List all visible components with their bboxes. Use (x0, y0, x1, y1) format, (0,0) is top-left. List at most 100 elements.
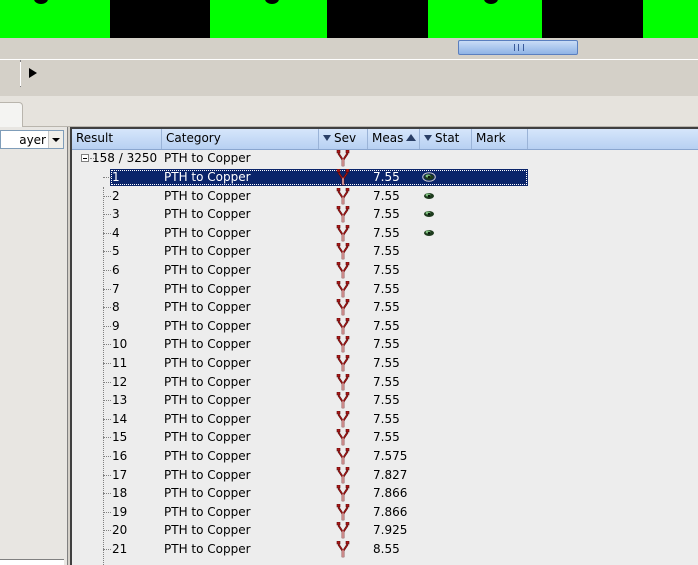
error-severity-icon (336, 206, 350, 223)
tree-line (103, 251, 111, 253)
table-row[interactable]: 12 PTH to Copper 7.55 (72, 373, 698, 392)
filter-icon[interactable] (424, 134, 432, 141)
category-cell: PTH to Copper (164, 542, 251, 556)
column-header-category[interactable]: Category (162, 129, 319, 149)
table-row[interactable]: 20 PTH to Copper 7.925 (72, 521, 698, 540)
result-cell: 2 (112, 188, 120, 203)
meas-cell: 7.866 (373, 486, 408, 501)
column-header-sev[interactable]: Sev (319, 129, 368, 149)
column-header-meas[interactable]: Meas (368, 129, 420, 149)
tree-line (103, 195, 111, 198)
table-row[interactable]: 6 PTH to Copper 7.55 (72, 261, 698, 280)
result-cell: 12 (112, 374, 128, 389)
layer-select[interactable]: ayer (0, 130, 64, 149)
table-row[interactable]: 10 PTH to Copper 7.55 (72, 335, 698, 354)
category-cell: PTH to Copper (164, 449, 251, 463)
table-row[interactable]: 7 PTH to Copper 7.55 (72, 280, 698, 299)
tree-root-row[interactable]: 158 / 3250 PTH to Copper (72, 149, 698, 168)
column-header-stat[interactable]: Stat (420, 129, 472, 149)
category-cell: PTH to Copper (164, 411, 251, 426)
meas-cell: 7.55 (373, 411, 400, 426)
table-row[interactable]: 11 PTH to Copper 7.55 (72, 354, 698, 373)
tab-strip (0, 96, 698, 127)
result-cell: 21 (112, 542, 128, 556)
tree-line (103, 363, 111, 365)
table-row[interactable]: 9 PTH to Copper 7.55 (72, 317, 698, 336)
category-cell: PTH to Copper (164, 337, 251, 352)
pattern-block (210, 0, 327, 38)
grid-header: Result Category Sev Meas Stat Mark (72, 129, 698, 150)
result-cell: 19 (112, 504, 128, 519)
table-row[interactable]: 17 PTH to Copper 7.827 (72, 466, 698, 485)
category-cell: PTH to Copper (164, 244, 251, 259)
result-cell: 3 (112, 207, 120, 222)
meas-cell: 7.575 (373, 449, 408, 463)
pattern-block (428, 0, 542, 38)
scroll-thumb[interactable] (458, 40, 578, 55)
result-cell: 18 (112, 486, 128, 501)
error-severity-icon (336, 355, 350, 372)
result-cell: 5 (112, 244, 120, 259)
column-header-result[interactable]: Result (72, 129, 162, 149)
left-panel-footer (0, 559, 64, 565)
table-row[interactable]: 2 PTH to Copper 7.55 (72, 187, 698, 206)
table-row[interactable]: 16 PTH to Copper 7.575 (72, 447, 698, 466)
eye-icon (424, 211, 434, 218)
toolbar-divider (20, 62, 21, 86)
category-cell: PTH to Copper (164, 393, 251, 408)
table-row[interactable]: 13 PTH to Copper 7.55 (72, 391, 698, 410)
meas-cell: 7.55 (373, 244, 400, 259)
tree-line (103, 474, 111, 477)
chevron-down-icon[interactable] (48, 131, 63, 148)
meas-cell: 7.55 (373, 356, 400, 370)
table-row[interactable]: 4 PTH to Copper 7.55 (72, 224, 698, 243)
error-severity-icon (336, 485, 350, 502)
tree-line (103, 549, 111, 551)
result-cell: 16 (112, 449, 128, 463)
result-cell: 13 (112, 393, 128, 408)
table-row[interactable]: 18 PTH to Copper 7.866 (72, 484, 698, 503)
table-row[interactable]: 3 PTH to Copper 7.55 (72, 205, 698, 224)
collapse-icon[interactable] (81, 154, 89, 162)
result-cell: 1 (112, 170, 120, 184)
result-cell: 9 (112, 318, 120, 333)
category-cell: PTH to Copper (164, 374, 251, 389)
tree-line (103, 325, 111, 328)
meas-cell: 7.55 (373, 225, 400, 240)
error-severity-icon (336, 466, 350, 483)
table-row[interactable]: 21 PTH to Copper 8.55 (72, 540, 698, 559)
category-cell: PTH to Copper (164, 504, 251, 519)
category-cell: PTH to Copper (164, 170, 251, 184)
table-row[interactable]: 8 PTH to Copper 7.55 (72, 298, 698, 317)
category-cell: PTH to Copper (164, 225, 251, 240)
table-row[interactable]: 19 PTH to Copper 7.866 (72, 503, 698, 522)
column-header-mark[interactable]: Mark (472, 129, 528, 149)
tree-line (103, 344, 111, 346)
result-cell: 11 (112, 356, 128, 370)
table-row[interactable]: 1 PTH to Copper 7.55 (72, 168, 698, 187)
layer-select-value: ayer (19, 133, 46, 147)
eye-icon (424, 192, 434, 199)
tree-line (103, 381, 111, 384)
table-row[interactable]: 14 PTH to Copper 7.55 (72, 410, 698, 429)
category-cell: PTH to Copper (164, 486, 251, 501)
meas-cell: 7.55 (373, 207, 400, 222)
error-severity-icon (336, 243, 350, 260)
category-cell: PTH to Copper (164, 356, 251, 370)
category-cell: PTH to Copper (164, 281, 251, 296)
table-row[interactable]: 15 PTH to Copper 7.55 (72, 428, 698, 447)
toolbar (0, 59, 698, 89)
filter-icon[interactable] (323, 134, 331, 141)
category-cell: PTH to Copper (164, 430, 251, 445)
eye-icon (424, 229, 434, 236)
column-label: Category (166, 131, 221, 145)
tree-line (103, 511, 111, 514)
table-row[interactable]: 5 PTH to Copper 7.55 (72, 242, 698, 261)
results-grid: Result Category Sev Meas Stat Mark 158 /… (70, 127, 698, 565)
play-icon[interactable] (26, 66, 40, 80)
meas-cell: 7.55 (373, 393, 400, 408)
horizontal-scrollbar[interactable] (0, 38, 698, 59)
tab-results[interactable] (0, 102, 23, 127)
result-cell: 15 (112, 430, 128, 445)
error-severity-icon (336, 336, 350, 353)
